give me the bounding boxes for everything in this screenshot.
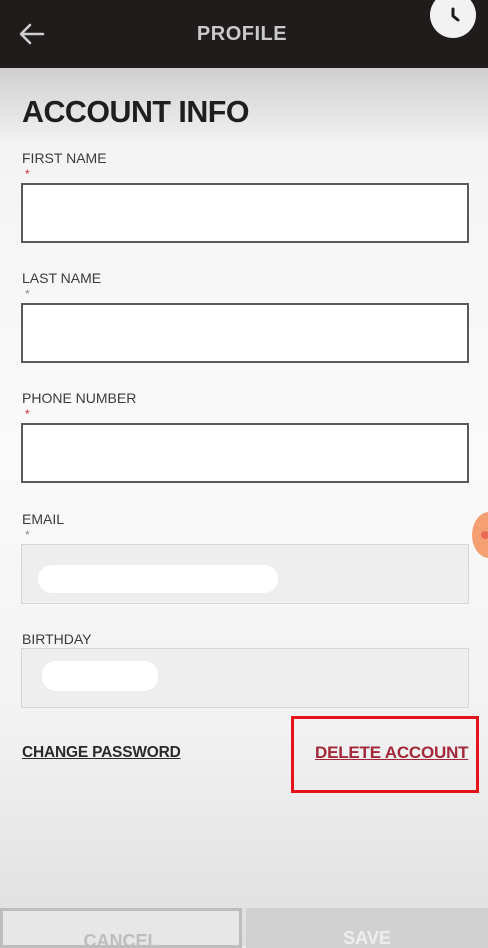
header-title: PROFILE [196,22,288,45]
cancel-button[interactable]: CANCEL [0,908,242,948]
email-field[interactable] [21,544,469,604]
birthday-field[interactable] [21,648,469,708]
page-title: ACCOUNT INFO [22,94,250,129]
save-button[interactable]: SAVE [246,908,488,948]
first-name-label: FIRST NAME [22,150,107,166]
redaction [42,661,158,691]
back-button[interactable] [18,20,46,48]
arrow-left-icon [19,23,45,45]
redaction [38,565,278,593]
clock-button[interactable] [430,0,476,38]
highlight-box [291,716,479,793]
birthday-label: BIRTHDAY [22,631,92,647]
required-marker: * [25,167,30,181]
phone-number-label: PHONE NUMBER [22,390,137,406]
change-password-link[interactable]: CHANGE PASSWORD [22,744,181,762]
required-marker: * [25,407,30,421]
phone-number-field[interactable] [21,423,469,483]
first-name-field[interactable] [21,183,469,243]
top-app-bar: PROFILE [0,0,488,68]
last-name-field[interactable] [21,303,469,363]
last-name-label: LAST NAME [22,270,102,286]
required-marker: * [25,528,30,542]
email-label: EMAIL [22,511,65,527]
required-marker: * [25,287,30,301]
redaction [47,442,179,468]
clock-icon [451,7,460,22]
